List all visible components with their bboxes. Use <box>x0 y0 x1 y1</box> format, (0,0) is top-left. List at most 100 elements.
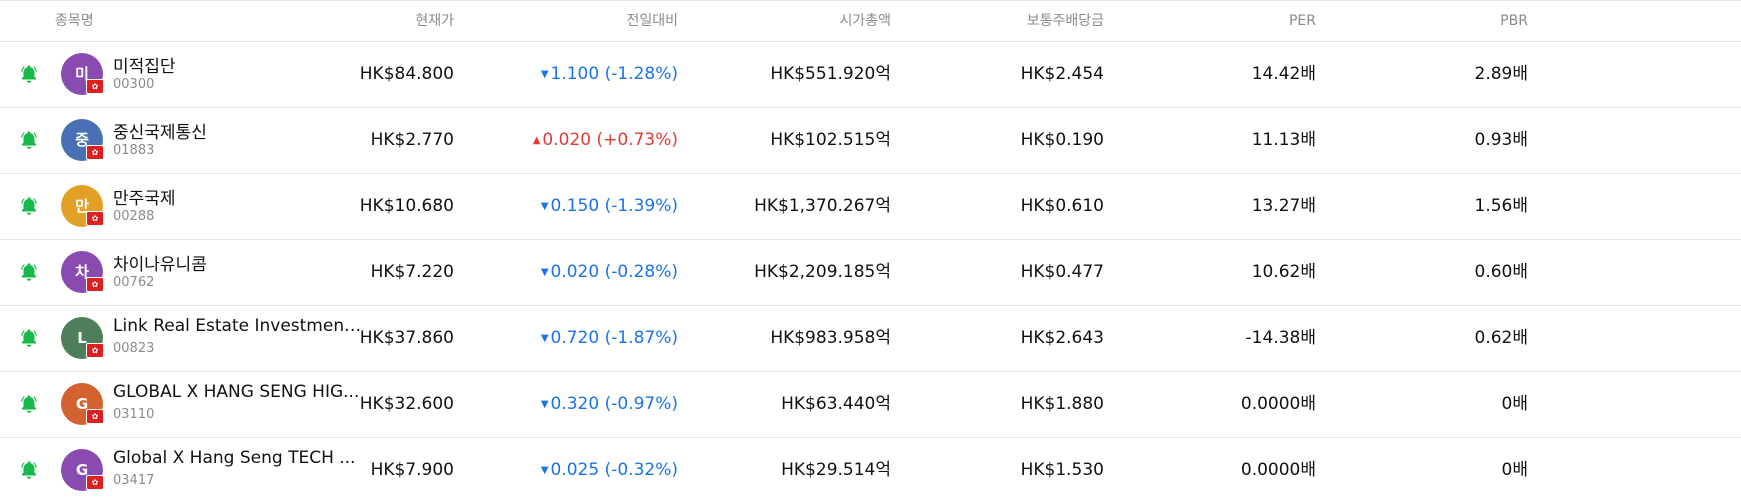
change-arrow-icon: ▼ <box>540 267 549 278</box>
header-pbr[interactable]: PBR <box>1500 1 1528 41</box>
pbr-cell: 2.89배 <box>1474 64 1529 84</box>
bell-icon[interactable] <box>18 393 40 415</box>
dividend-cell: HK$0.190 <box>1020 130 1104 150</box>
stock-code: 01883 <box>113 143 155 158</box>
table-row[interactable]: 차 ✿ 차이나유니콤 00762 HK$7.220 ▼ 0.020 (-0.28%… <box>0 240 1741 306</box>
table-row[interactable]: L ✿ Link Real Estate Investment... 00823… <box>0 306 1741 372</box>
header-market-cap[interactable]: 시가총액 <box>839 1 891 41</box>
change-arrow-icon: ▼ <box>540 333 549 344</box>
change-value: 0.320 (-0.97%) <box>550 394 678 414</box>
per-cell: 14.42배 <box>1251 64 1316 84</box>
change-cell: ▼ 0.150 (-1.39%) <box>541 174 678 239</box>
change-arrow-icon: ▼ <box>540 465 549 476</box>
price-cell: HK$32.600 <box>359 394 454 414</box>
stock-name[interactable]: 차이나유니콤 <box>113 250 363 275</box>
market-cap-cell: HK$63.440억 <box>781 394 891 414</box>
table-row[interactable]: G ✿ GLOBAL X HANG SENG HIG... 03110 HK$3… <box>0 372 1741 438</box>
table-row[interactable]: 미 ✿ 미적집단 00300 HK$84.800 ▼ 1.100 (-1.28%)… <box>0 42 1741 108</box>
dividend-cell: HK$0.477 <box>1020 262 1104 282</box>
table-row[interactable]: 중 ✿ 중신국제통신 01883 HK$2.770 ▲ 0.020 (+0.73%… <box>0 108 1741 174</box>
pbr-cell: 0.62배 <box>1474 328 1529 348</box>
bell-icon[interactable] <box>18 459 40 481</box>
stock-name[interactable]: 만주국제 <box>113 184 363 209</box>
change-cell: ▼ 0.020 (-0.28%) <box>541 240 678 305</box>
change-cell: ▼ 0.320 (-0.97%) <box>541 372 678 437</box>
per-cell: 0.0000배 <box>1240 460 1316 480</box>
change-value: 0.025 (-0.32%) <box>550 460 678 480</box>
price-cell: HK$84.800 <box>359 64 454 84</box>
price-cell: HK$10.680 <box>359 196 454 216</box>
price-cell: HK$2.770 <box>370 130 454 150</box>
hong-kong-flag-icon: ✿ <box>86 409 104 424</box>
price-cell: HK$37.860 <box>359 328 454 348</box>
stock-code: 00823 <box>113 341 155 356</box>
market-cap-cell: HK$102.515억 <box>770 130 891 150</box>
hong-kong-flag-icon: ✿ <box>86 475 104 490</box>
per-cell: 11.13배 <box>1251 130 1316 150</box>
hong-kong-flag-icon: ✿ <box>86 277 104 292</box>
bell-icon[interactable] <box>18 261 40 283</box>
change-cell: ▲ 0.020 (+0.73%) <box>533 108 678 173</box>
change-arrow-icon: ▼ <box>540 69 549 80</box>
change-value: 0.150 (-1.39%) <box>550 196 678 216</box>
hong-kong-flag-icon: ✿ <box>86 79 104 94</box>
dividend-cell: HK$0.610 <box>1020 196 1104 216</box>
change-arrow-icon: ▼ <box>540 399 549 410</box>
change-cell: ▼ 1.100 (-1.28%) <box>541 42 678 107</box>
change-value: 0.720 (-1.87%) <box>550 328 678 348</box>
pbr-cell: 0배 <box>1501 460 1528 480</box>
hong-kong-flag-icon: ✿ <box>86 211 104 226</box>
table-row[interactable]: G ✿ Global X Hang Seng TECH ... 03417 HK… <box>0 438 1741 496</box>
per-cell: 13.27배 <box>1251 196 1316 216</box>
market-cap-cell: HK$29.514억 <box>781 460 891 480</box>
stock-code: 03110 <box>113 407 155 422</box>
stock-name[interactable]: Global X Hang Seng TECH ... <box>113 448 363 468</box>
change-cell: ▼ 0.025 (-0.32%) <box>541 438 678 503</box>
dividend-cell: HK$1.880 <box>1020 394 1104 414</box>
change-value: 0.020 (+0.73%) <box>542 130 678 150</box>
per-cell: 10.62배 <box>1251 262 1316 282</box>
change-arrow-icon: ▲ <box>532 135 541 146</box>
price-cell: HK$7.220 <box>370 262 454 282</box>
pbr-cell: 1.56배 <box>1474 196 1529 216</box>
dividend-cell: HK$2.643 <box>1020 328 1104 348</box>
stock-name[interactable]: GLOBAL X HANG SENG HIG... <box>113 382 363 402</box>
pbr-cell: 0.93배 <box>1474 130 1529 150</box>
header-change[interactable]: 전일대비 <box>626 1 678 41</box>
header-per[interactable]: PER <box>1289 1 1316 41</box>
stock-name[interactable]: 미적집단 <box>113 52 363 77</box>
bell-icon[interactable] <box>18 195 40 217</box>
market-cap-cell: HK$1,370.267억 <box>754 196 891 216</box>
market-cap-cell: HK$551.920억 <box>770 64 891 84</box>
stock-name[interactable]: 중신국제통신 <box>113 118 363 143</box>
pbr-cell: 0배 <box>1501 394 1528 414</box>
stock-code: 00762 <box>113 275 155 290</box>
header-dividend[interactable]: 보통주배당금 <box>1027 1 1104 41</box>
table-row[interactable]: 만 ✿ 만주국제 00288 HK$10.680 ▼ 0.150 (-1.39%)… <box>0 174 1741 240</box>
hong-kong-flag-icon: ✿ <box>86 145 104 160</box>
header-name[interactable]: 종목명 <box>55 1 94 41</box>
stock-name[interactable]: Link Real Estate Investment... <box>113 316 363 336</box>
stock-code: 00288 <box>113 209 155 224</box>
bell-icon[interactable] <box>18 129 40 151</box>
market-cap-cell: HK$2,209.185억 <box>754 262 891 282</box>
stock-table: 종목명 현재가 전일대비 시가총액 보통주배당금 PER PBR 미 ✿ 미적집… <box>0 0 1741 496</box>
table-header: 종목명 현재가 전일대비 시가총액 보통주배당금 PER PBR <box>0 0 1741 42</box>
dividend-cell: HK$2.454 <box>1020 64 1104 84</box>
stock-code: 00300 <box>113 77 155 92</box>
change-arrow-icon: ▼ <box>540 201 549 212</box>
bell-icon[interactable] <box>18 327 40 349</box>
dividend-cell: HK$1.530 <box>1020 460 1104 480</box>
change-cell: ▼ 0.720 (-1.87%) <box>541 306 678 371</box>
market-cap-cell: HK$983.958억 <box>770 328 891 348</box>
change-value: 0.020 (-0.28%) <box>550 262 678 282</box>
price-cell: HK$7.900 <box>370 460 454 480</box>
change-value: 1.100 (-1.28%) <box>550 64 678 84</box>
hong-kong-flag-icon: ✿ <box>86 343 104 358</box>
per-cell: -14.38배 <box>1245 328 1316 348</box>
bell-icon[interactable] <box>18 63 40 85</box>
stock-code: 03417 <box>113 473 155 488</box>
header-price[interactable]: 현재가 <box>415 1 454 41</box>
pbr-cell: 0.60배 <box>1474 262 1529 282</box>
per-cell: 0.0000배 <box>1240 394 1316 414</box>
